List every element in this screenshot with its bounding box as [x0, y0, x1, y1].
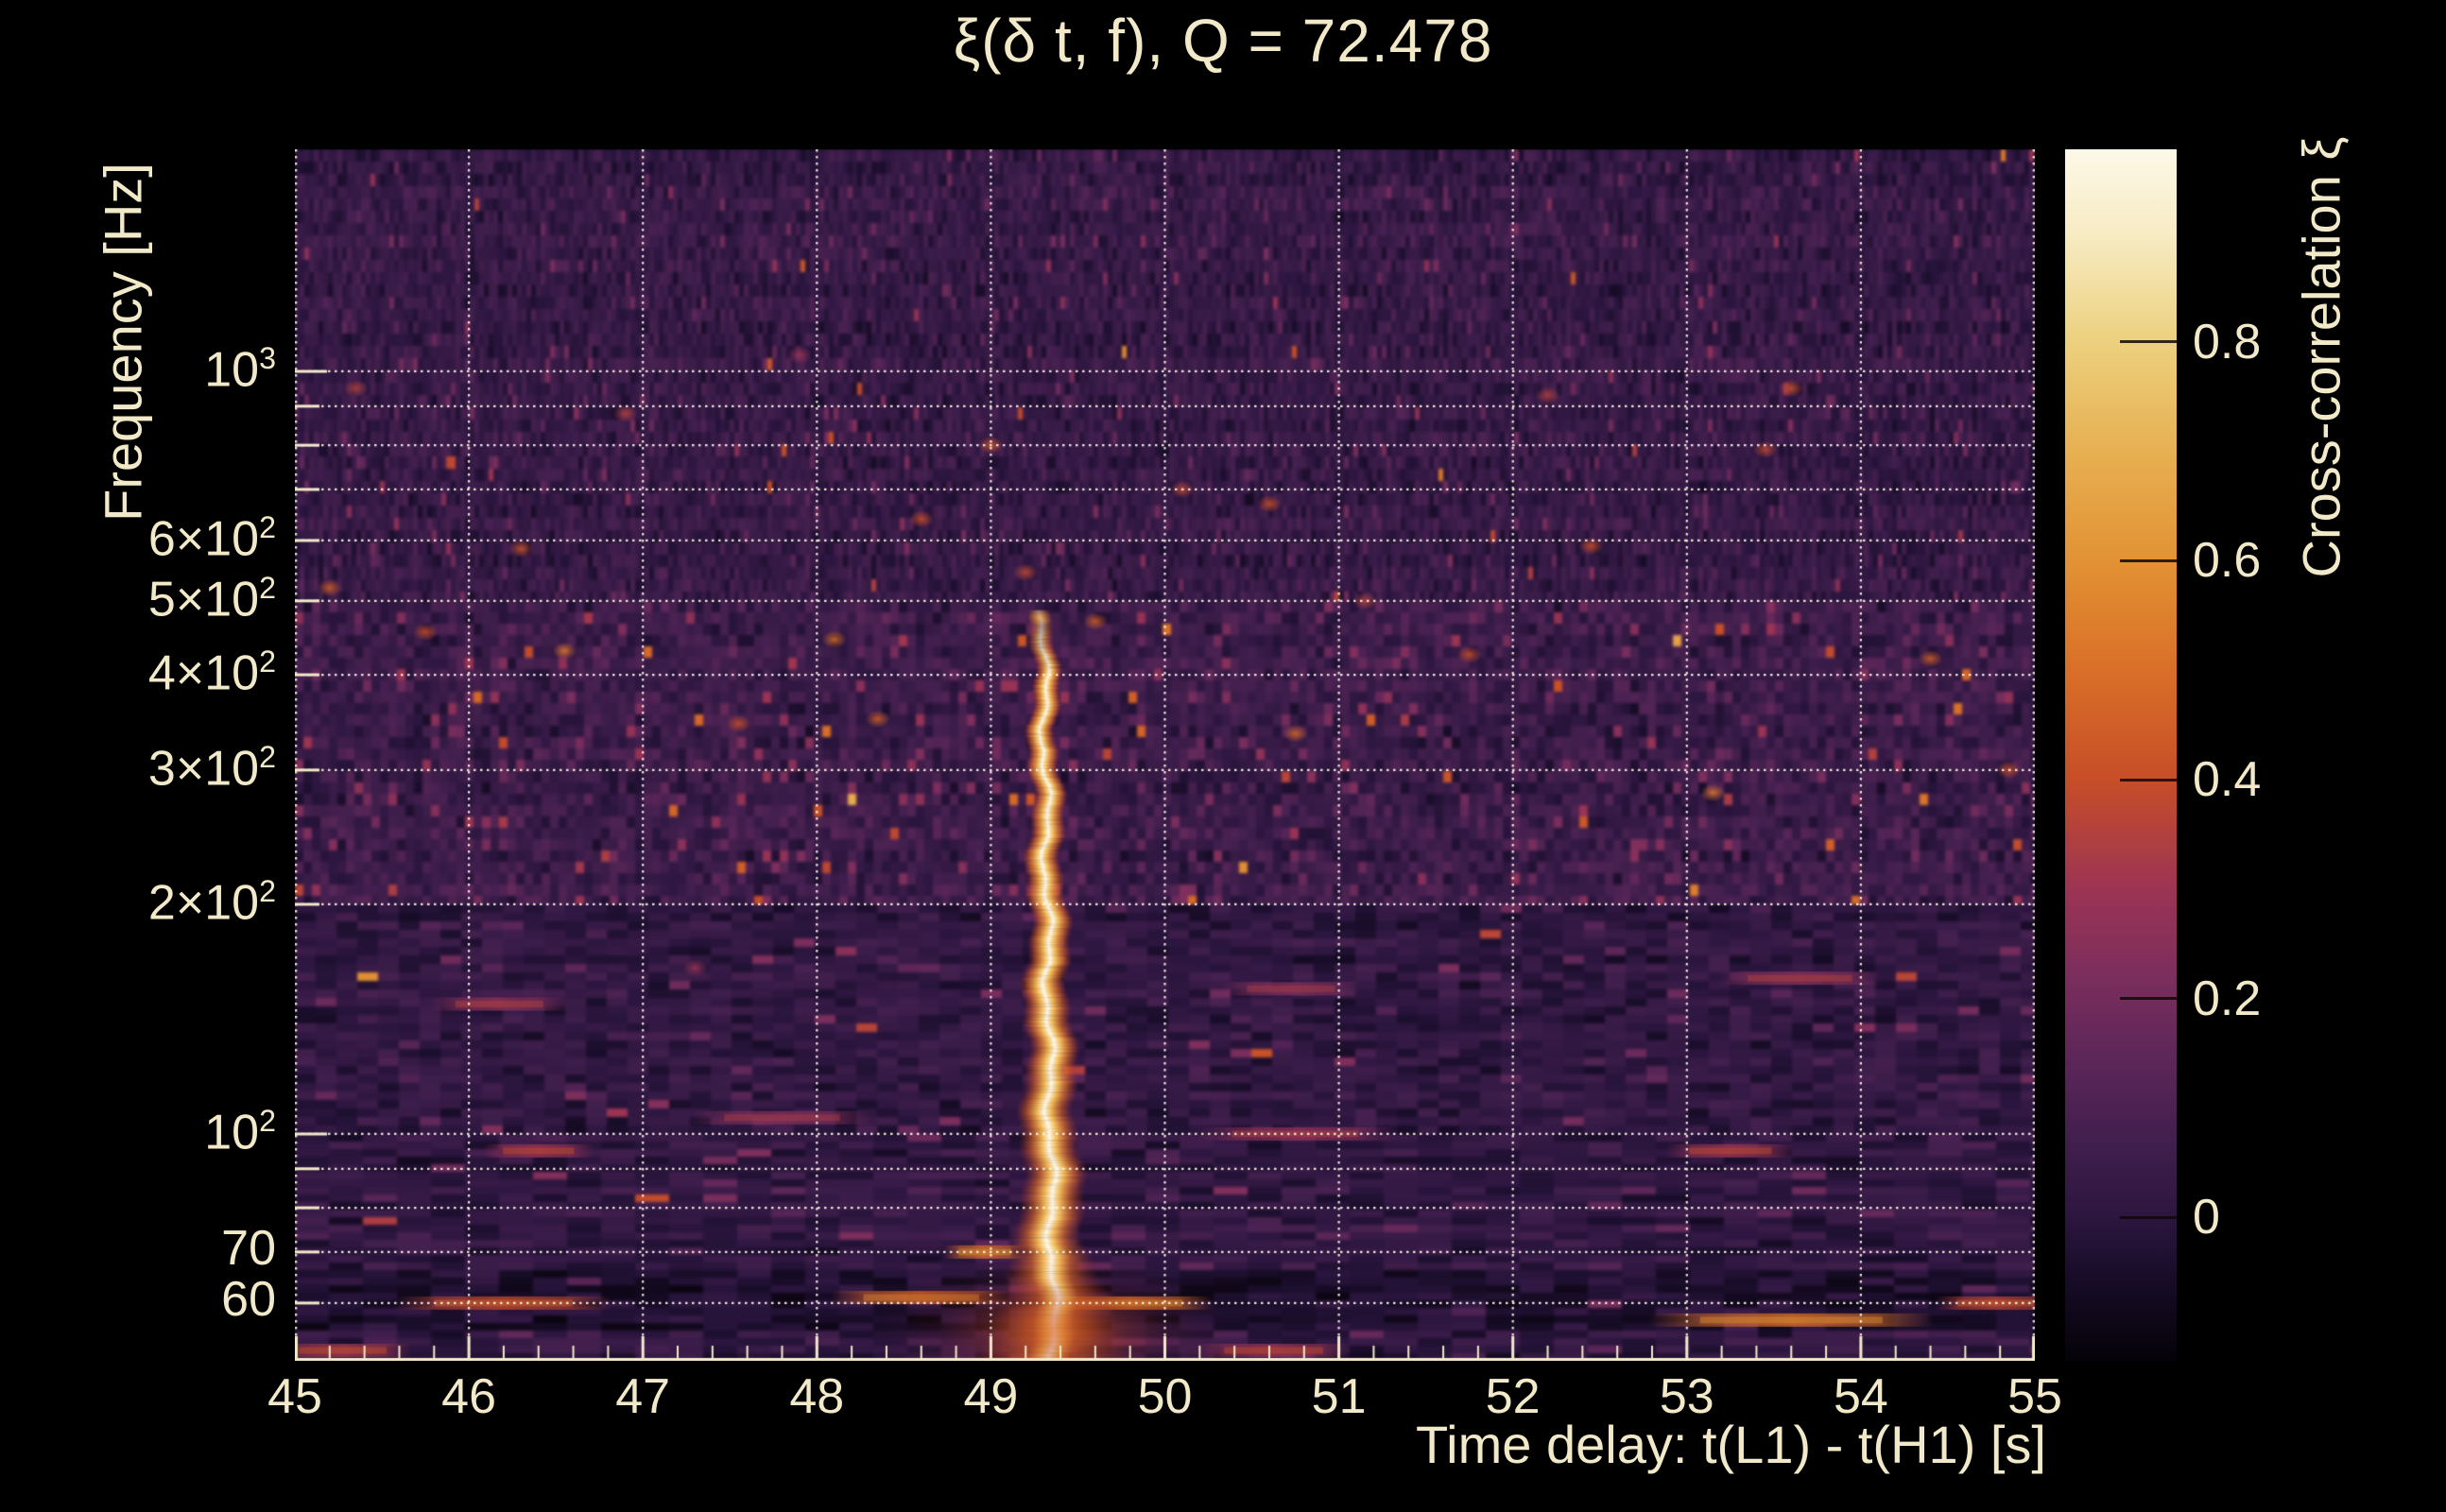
- x-tick-label: 49: [963, 1369, 1019, 1424]
- x-tick-label: 51: [1311, 1369, 1367, 1424]
- colorbar-tick: [2120, 1215, 2177, 1219]
- colorbar-tick: [2120, 340, 2177, 344]
- colorbar-tick-label: 0.6: [2193, 533, 2262, 589]
- figure-page: ξ(δ t, f), Q = 72.478 Frequency [Hz] Tim…: [0, 0, 2446, 1512]
- colorbar-tick: [2120, 558, 2177, 562]
- colorbar-gradient: [2065, 149, 2177, 1361]
- x-tick-label: 52: [1485, 1369, 1541, 1424]
- colorbar-tick: [2120, 778, 2177, 782]
- colorbar-title: Cross-correlation ξ: [2291, 136, 2351, 578]
- y-axis-title: Frequency [Hz]: [93, 163, 153, 522]
- x-tick-label: 46: [441, 1369, 497, 1424]
- x-tick-label: 50: [1137, 1369, 1193, 1424]
- y-tick-label: 60: [221, 1271, 276, 1327]
- colorbar-tick-label: 0.8: [2193, 314, 2262, 369]
- y-tick-label: 2×102: [147, 873, 276, 931]
- x-tick-label: 54: [1833, 1369, 1888, 1424]
- y-tick-label: 4×102: [147, 644, 276, 701]
- colorbar-tick: [2120, 997, 2177, 1001]
- y-tick-label: 103: [204, 340, 276, 398]
- colorbar-tick-label: 0.2: [2193, 971, 2262, 1026]
- x-tick-label: 55: [2007, 1369, 2062, 1424]
- x-tick-label: 45: [267, 1369, 322, 1424]
- spectrogram-heatmap: [295, 149, 2035, 1361]
- x-tick-label: 47: [615, 1369, 671, 1424]
- colorbar-tick-label: 0.4: [2193, 752, 2262, 808]
- x-tick-label: 48: [789, 1369, 845, 1424]
- y-tick-label: 6×102: [147, 509, 276, 567]
- x-tick-label: 53: [1659, 1369, 1714, 1424]
- y-tick-label: 70: [221, 1220, 276, 1276]
- y-tick-label: 102: [204, 1103, 276, 1160]
- y-tick-label: 5×102: [147, 570, 276, 627]
- plot-title: ξ(δ t, f), Q = 72.478: [953, 7, 1493, 75]
- y-tick-label: 3×102: [147, 739, 276, 797]
- colorbar-tick-label: 0: [2193, 1190, 2220, 1246]
